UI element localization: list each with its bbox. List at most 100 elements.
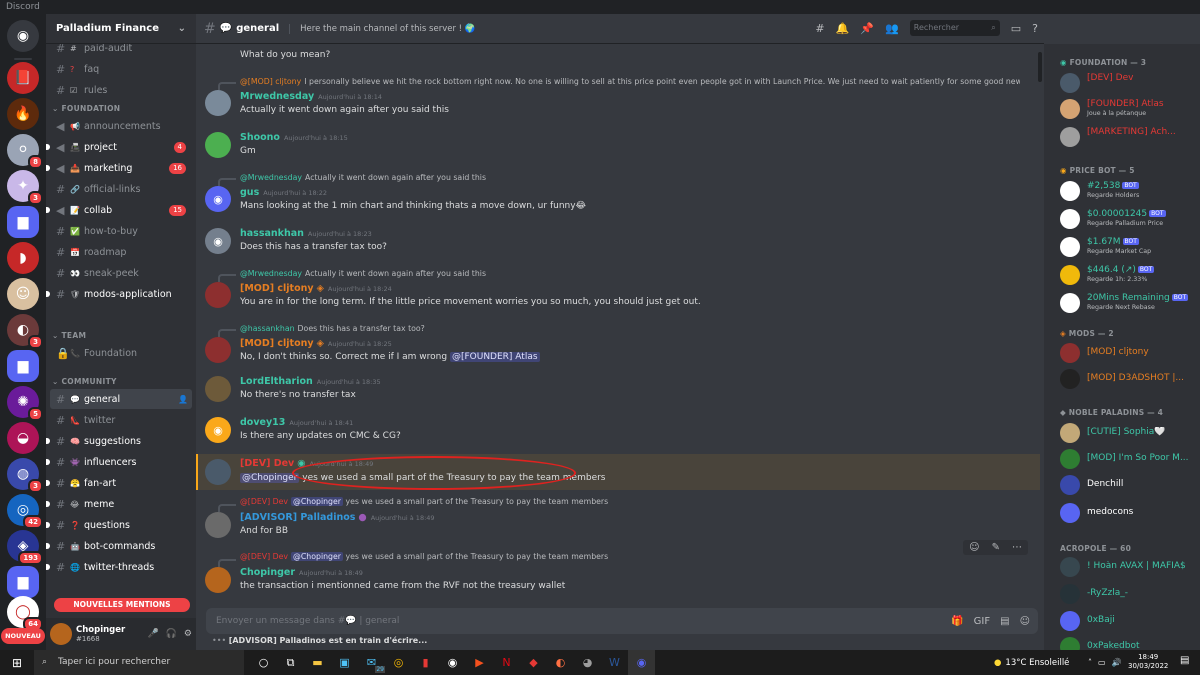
reply-author[interactable]: @Mrwednesday [240, 173, 302, 182]
member-item[interactable]: $0.00001245 BOT Regarde Palladium Price [1060, 206, 1198, 232]
user-mention[interactable]: @Chopinger [240, 473, 300, 483]
app-icon[interactable]: ◕ [574, 650, 601, 675]
user-mention[interactable]: @Chopinger [291, 552, 344, 561]
reply-text[interactable]: yes we used a small part of the Treasury… [346, 497, 609, 506]
channel-topic[interactable]: Here the main channel of this server ! 🌍 [289, 23, 475, 34]
reply-text[interactable]: I personally believe we hit the rock bot… [304, 77, 1020, 86]
channel-foundation[interactable]: 🔒 📞 Foundation [50, 343, 192, 363]
channel-announcements[interactable]: ◀ 📢 announcements [50, 116, 192, 136]
app-icon[interactable]: ▮ [412, 650, 439, 675]
taskbar-search-input[interactable]: ⌕ Taper ici pour rechercher [34, 650, 244, 675]
server-header[interactable]: Palladium Finance ⌄ [46, 14, 196, 44]
avatar[interactable] [205, 567, 231, 593]
server-icon[interactable]: 📕 [7, 62, 39, 94]
member-item[interactable]: 0xBaji [1060, 608, 1198, 634]
channel-marketing[interactable]: ◀ 📥 marketing 16 [46, 158, 192, 178]
message-author[interactable]: dovey13 [240, 417, 285, 428]
network-icon[interactable]: ▭ [1098, 658, 1106, 667]
channel-how-to-buy[interactable]: # ✅ how-to-buy [50, 221, 192, 241]
app-icon[interactable]: ◐ [547, 650, 574, 675]
avatar[interactable] [205, 90, 231, 116]
help-icon[interactable]: ? [1032, 22, 1038, 35]
message-author[interactable]: Chopinger [240, 567, 295, 578]
discord-home-icon[interactable]: ◉ [7, 20, 39, 52]
channel-official-links[interactable]: # 🔗 official-links [50, 179, 192, 199]
headphones-icon[interactable]: 🎧 [166, 629, 177, 639]
message-author[interactable]: Shoono [240, 132, 280, 143]
member-item[interactable]: [MOD] D3ADSHOT |... [1060, 366, 1198, 392]
file-explorer-icon[interactable]: ▬ [304, 650, 331, 675]
member-item[interactable]: [DEV] Dev [1060, 70, 1198, 96]
channel-twitter[interactable]: # 👠 twitter [50, 410, 192, 430]
server-icon[interactable]: ◒ [7, 422, 39, 454]
message-author[interactable]: [MOD] cljtony [240, 338, 314, 349]
member-item[interactable]: [MOD] cljtony [1060, 340, 1198, 366]
discord-default-avatar-icon[interactable]: ◉ [205, 417, 231, 443]
channel-project[interactable]: ◀ 📠 project 4 [46, 137, 192, 157]
server-icon[interactable]: ◐ 3 [7, 314, 43, 349]
message-author[interactable]: [ADVISOR] Palladinos [240, 512, 355, 523]
reply-text[interactable]: yes we used a small part of the Treasury… [346, 552, 609, 561]
user-mention[interactable]: @[FOUNDER] Atlas [449, 352, 540, 362]
members-icon[interactable]: 👥 [885, 22, 899, 35]
reply-text[interactable]: Actually it went down again after you sa… [305, 173, 486, 182]
member-item[interactable]: Denchill [1060, 472, 1198, 498]
reply-author[interactable]: @[DEV] Dev [240, 552, 288, 561]
member-item[interactable]: [MARKETING] Ach... [1060, 124, 1198, 150]
member-item[interactable]: [FOUNDER] Atlas Joue à la pétanque [1060, 96, 1198, 122]
weather-widget[interactable]: ● 13°C Ensoleillé [994, 650, 1069, 675]
gear-icon[interactable]: ⚙ [184, 629, 192, 639]
bell-icon[interactable]: 🔔 [836, 22, 850, 35]
message-author[interactable]: LordEltharion [240, 376, 313, 387]
avatar[interactable] [205, 337, 231, 363]
word-icon[interactable]: W [601, 650, 628, 675]
discord-taskbar-icon[interactable]: ◉ [628, 650, 655, 675]
channel-general[interactable]: # 💬 general 👤 [50, 389, 192, 409]
user-mention[interactable]: @Chopinger [291, 497, 344, 506]
message-author[interactable]: gus [240, 187, 259, 198]
member-item[interactable]: $446.4 (↗) BOT Regarde 1h: 2.33% [1060, 262, 1198, 288]
taskbar-clock[interactable]: 18:49 30/03/2022 [1128, 653, 1168, 671]
avatar[interactable] [205, 512, 231, 538]
reply-author[interactable]: @[MOD] cljtony [240, 77, 301, 86]
store-icon[interactable]: ▣ [331, 650, 358, 675]
channel-questions[interactable]: # ❓ questions [46, 515, 192, 535]
reply-author[interactable]: @[DEV] Dev [240, 497, 288, 506]
chevron-up-icon[interactable]: ˄ [1088, 658, 1092, 667]
sticker-icon[interactable]: ▤ [1000, 616, 1009, 627]
gift-icon[interactable]: 🎁 [951, 616, 963, 627]
message-author[interactable]: [DEV] Dev [240, 458, 294, 469]
member-item[interactable]: [MOD] I'm So Poor M... [1060, 446, 1198, 472]
new-unreads-pill[interactable]: NOUVEAU [1, 628, 45, 644]
channel-suggestions[interactable]: # 🧠 suggestions [46, 431, 192, 451]
channel-modos-application[interactable]: # 🛡 modos-application [46, 284, 192, 304]
gif-icon[interactable]: GIF [974, 616, 990, 627]
folder-icon[interactable]: ▆ [7, 206, 39, 238]
folder-icon[interactable]: ▆ [7, 350, 39, 382]
message-author[interactable]: [MOD] cljtony [240, 283, 314, 294]
member-item[interactable]: -RyZzla_- [1060, 581, 1198, 607]
server-icon[interactable]: ☺ [7, 278, 39, 310]
server-icon[interactable]: 🔥 [7, 98, 39, 130]
add-member-icon[interactable]: 👤 [178, 395, 188, 404]
message-author[interactable]: hassankhan [240, 228, 304, 239]
channel-sneak-peek[interactable]: # 👀 sneak-peek [50, 263, 192, 283]
pin-icon[interactable]: 📌 [860, 22, 874, 35]
member-item[interactable]: [CUTIE] Sophia🤍 [1060, 420, 1198, 446]
category-foundation[interactable]: ⌄ FOUNDATION [52, 104, 120, 113]
discord-default-avatar-icon[interactable]: ◉ [205, 186, 231, 212]
microphone-icon[interactable]: 🎤 [147, 629, 158, 639]
reply-text[interactable]: Does this has a transfer tax too? [298, 324, 425, 333]
server-icon[interactable]: ◍ 3 [7, 458, 43, 493]
app-icon[interactable]: ◉ [439, 650, 466, 675]
channel-roadmap[interactable]: # 📅 roadmap [50, 242, 192, 262]
threads-icon[interactable]: # [815, 22, 824, 35]
category-community[interactable]: ⌄ COMMUNITY [52, 377, 117, 386]
netflix-icon[interactable]: N [493, 650, 520, 675]
speaker-icon[interactable]: 🔊 [1112, 658, 1122, 667]
category-team[interactable]: ⌄ TEAM [52, 331, 86, 340]
cortana-icon[interactable]: ○ [250, 650, 277, 675]
server-icon[interactable]: ◯ 64 [7, 596, 43, 631]
reply-author[interactable]: @Mrwednesday [240, 269, 302, 278]
task-view-icon[interactable]: ⧉ [277, 650, 304, 675]
